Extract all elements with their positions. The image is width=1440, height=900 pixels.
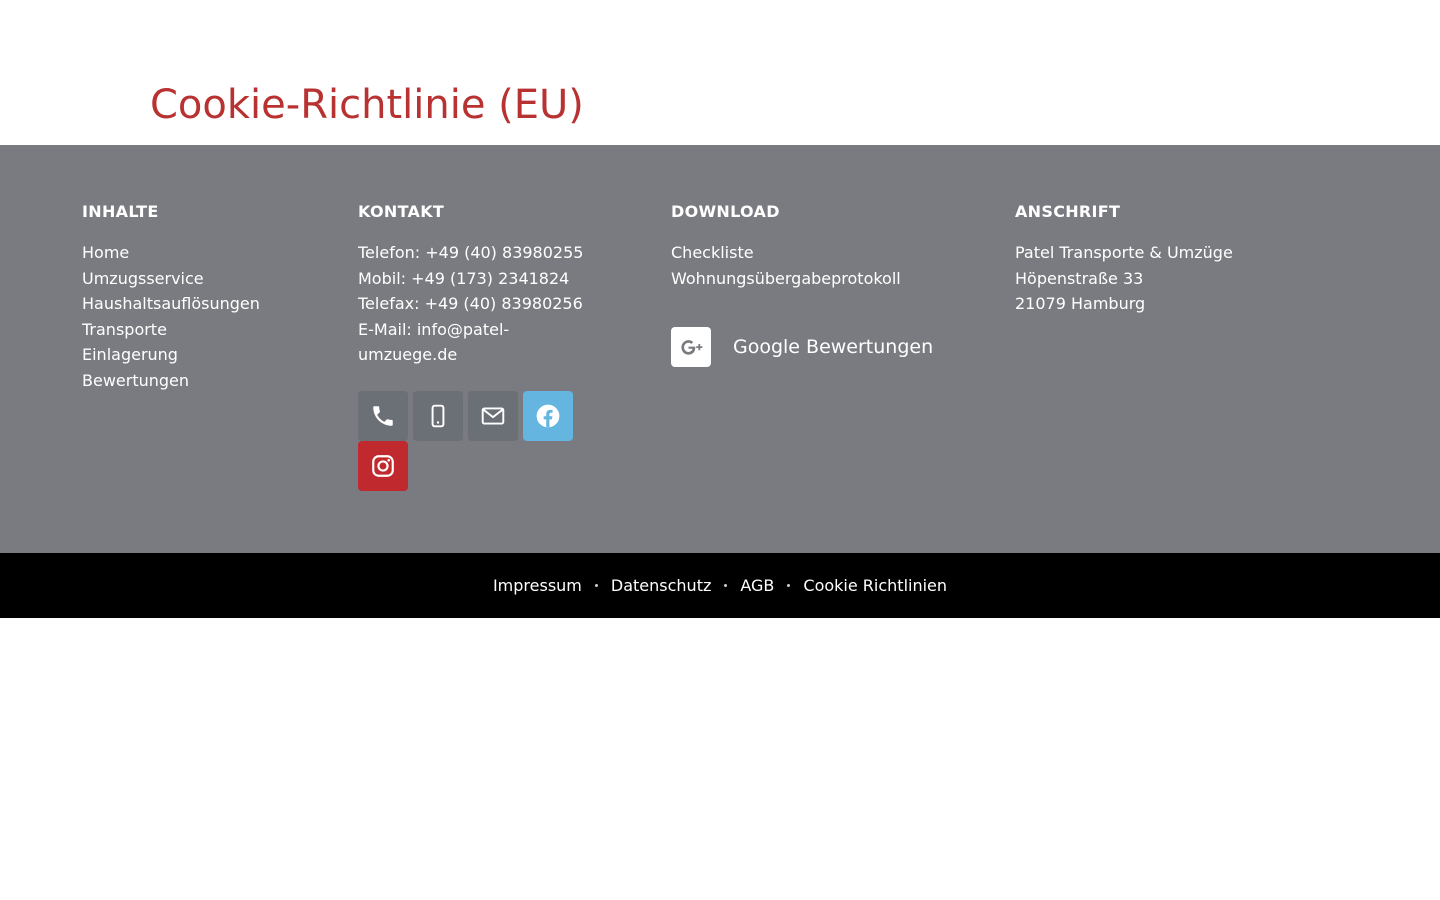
footer-bottom-bar: Impressum Datenschutz AGB Cookie Richtli…: [0, 553, 1440, 618]
link-bewertungen[interactable]: Bewertungen: [82, 371, 189, 390]
link-haushaltsaufloesungen[interactable]: Haushaltsauflösungen: [82, 294, 260, 313]
footer-column-anschrift: ANSCHRIFT Patel Transporte & Umzüge Höpe…: [1015, 202, 1345, 317]
footer-column-download: DOWNLOAD Checkliste Wohnungsübergabeprot…: [671, 202, 1001, 367]
list-item: Home: [82, 240, 342, 266]
link-transporte[interactable]: Transporte: [82, 320, 167, 339]
link-impressum[interactable]: Impressum: [493, 576, 582, 595]
phone-icon: [373, 405, 393, 426]
list-item: Bewertungen: [82, 368, 342, 394]
facebook-icon: [536, 404, 560, 427]
kontakt-info: Telefon: +49 (40) 83980255 Mobil: +49 (1…: [358, 240, 648, 368]
list-item: Einlagerung: [82, 342, 342, 368]
telefax-text: Telefax: +49 (40) 83980256: [358, 294, 583, 313]
link-umzugsservice[interactable]: Umzugsservice: [82, 269, 204, 288]
separator-dot: [724, 584, 728, 587]
link-einlagerung[interactable]: Einlagerung: [82, 345, 178, 364]
footer-column-inhalte: INHALTE Home Umzugsservice Haushaltsaufl…: [82, 202, 342, 393]
link-datenschutz[interactable]: Datenschutz: [611, 576, 711, 595]
link-home[interactable]: Home: [82, 243, 129, 262]
list-item: Transporte: [82, 317, 342, 343]
google-reviews-label: Google Bewertungen: [733, 336, 934, 358]
footer-column-kontakt: KONTAKT Telefon: +49 (40) 83980255 Mobil…: [358, 202, 648, 491]
address-street: Höpenstraße 33: [1015, 268, 1144, 288]
list-item: Wohnungsübergabeprotokoll: [671, 266, 1001, 292]
instagram-button[interactable]: [358, 440, 408, 491]
google-plus-icon: [671, 327, 711, 367]
link-cookie-richtlinien[interactable]: Cookie Richtlinien: [803, 576, 947, 595]
mobil-text: Mobil: +49 (173) 2341824: [358, 268, 570, 288]
email-button[interactable]: [468, 390, 518, 441]
link-wohnungsuebergabeprotokoll[interactable]: Wohnungsübergabeprotokoll: [671, 269, 901, 288]
list-item: Haushaltsauflösungen: [82, 291, 342, 317]
page-title: Cookie-Richtlinie (EU): [150, 82, 584, 128]
link-checkliste[interactable]: Checkliste: [671, 243, 754, 262]
site-footer: INHALTE Home Umzugsservice Haushaltsaufl…: [0, 145, 1440, 618]
envelope-icon: [481, 406, 505, 425]
instagram-icon: [372, 454, 394, 477]
separator-dot: [594, 584, 598, 587]
legal-nav: Impressum Datenschutz AGB Cookie Richtli…: [493, 576, 947, 595]
address-block: Patel Transporte & Umzüge Höpenstraße 33…: [1015, 240, 1345, 317]
footer-main: INHALTE Home Umzugsservice Haushaltsaufl…: [0, 145, 1440, 553]
telefon-text: Telefon: +49 (40) 83980255: [358, 243, 584, 262]
mobile-icon: [431, 404, 445, 427]
link-agb[interactable]: AGB: [740, 576, 774, 595]
address-city: 21079 Hamburg: [1015, 294, 1146, 313]
google-plus-glyph: [681, 340, 703, 355]
email-text: E-Mail: info@patel-umzuege.de: [358, 319, 510, 365]
list-item: Checkliste: [671, 240, 1001, 266]
anschrift-heading: ANSCHRIFT: [1015, 202, 1121, 221]
kontakt-heading: KONTAKT: [358, 202, 445, 221]
google-reviews-link[interactable]: Google Bewertungen: [671, 327, 1001, 367]
facebook-button[interactable]: [523, 390, 573, 441]
social-buttons: [358, 390, 588, 491]
mobile-button[interactable]: [413, 390, 463, 441]
address-company: Patel Transporte & Umzüge: [1015, 243, 1233, 262]
list-item: Umzugsservice: [82, 266, 342, 292]
inhalte-heading: INHALTE: [82, 202, 159, 221]
phone-button[interactable]: [358, 390, 408, 441]
inhalte-link-list: Home Umzugsservice Haushaltsauflösungen …: [82, 240, 342, 393]
page-header: Cookie-Richtlinie (EU): [0, 0, 1440, 145]
separator-dot: [787, 584, 791, 587]
download-heading: DOWNLOAD: [671, 202, 780, 221]
download-link-list: Checkliste Wohnungsübergabeprotokoll: [671, 240, 1001, 291]
